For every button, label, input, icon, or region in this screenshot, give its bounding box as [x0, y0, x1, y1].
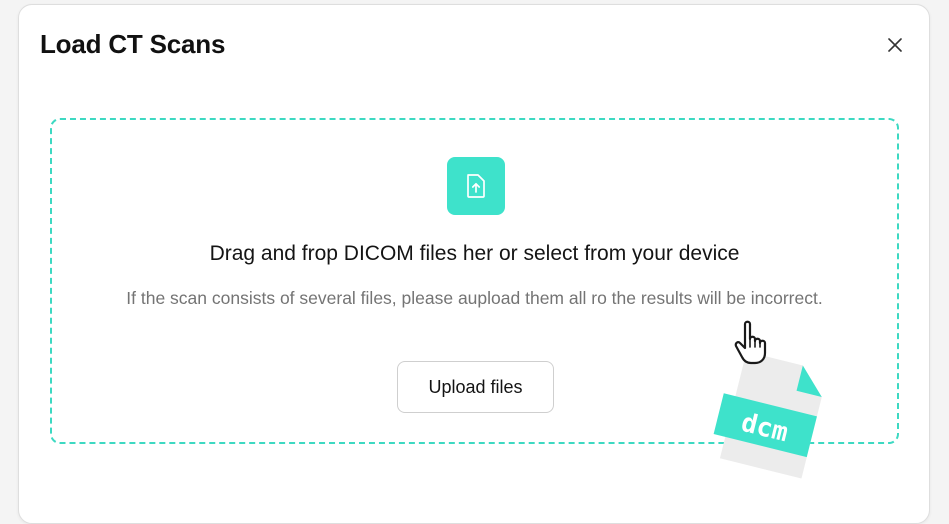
close-button[interactable]	[883, 33, 907, 57]
upload-files-button[interactable]: Upload files	[397, 361, 554, 413]
load-ct-scans-modal: Load CT Scans Drag and frop DICOM files …	[18, 4, 930, 524]
dcm-file-illustration: dcm	[713, 320, 822, 479]
hand-pointer-icon	[734, 320, 767, 365]
file-upload-icon	[447, 157, 505, 215]
dropzone-subtext: If the scan consists of several files, p…	[126, 288, 823, 308]
close-icon	[888, 38, 902, 52]
modal-title: Load CT Scans	[40, 29, 226, 59]
dropzone-heading: Drag and frop DICOM files her or select …	[209, 242, 740, 265]
